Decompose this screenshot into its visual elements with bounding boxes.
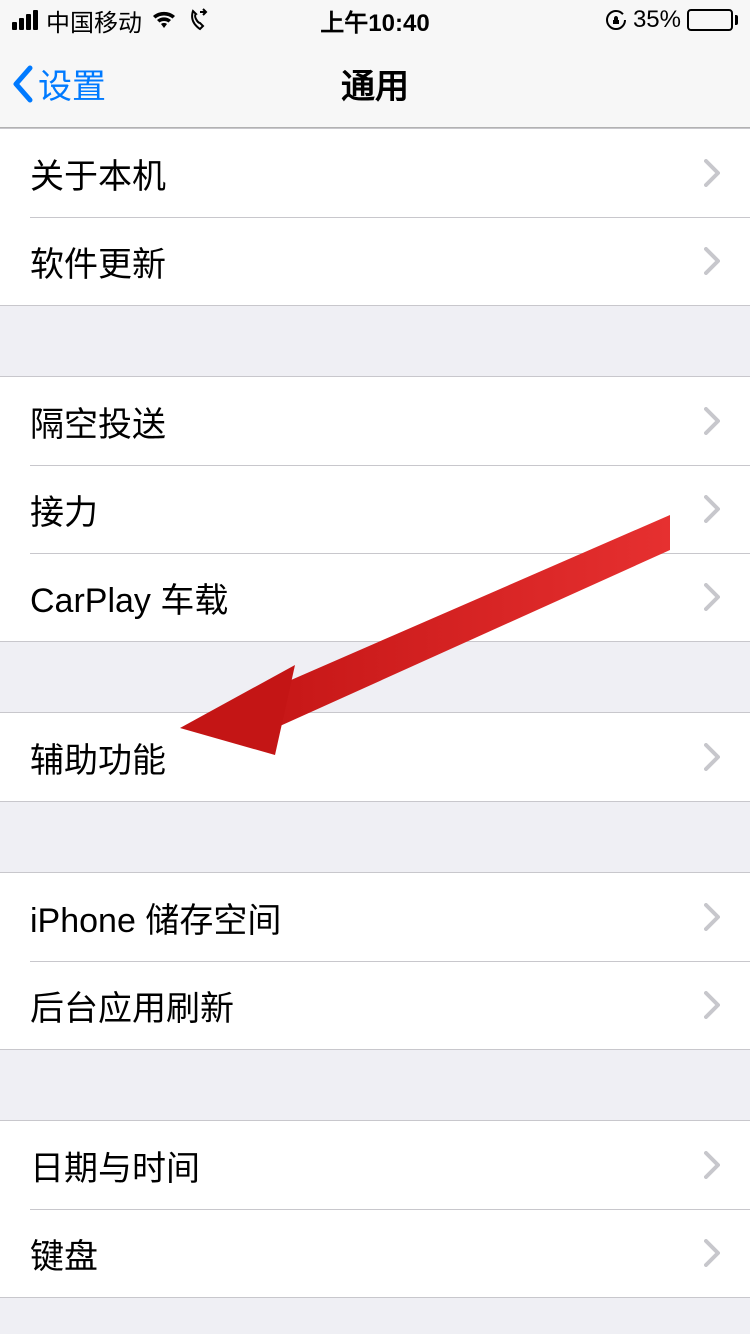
nav-title: 通用	[341, 59, 409, 108]
row-keyboard[interactable]: 键盘	[0, 1209, 750, 1297]
back-button[interactable]: 设置	[0, 59, 106, 108]
status-time: 上午10:40	[320, 3, 429, 38]
row-label: 辅助功能	[30, 733, 166, 782]
row-label: 软件更新	[30, 237, 166, 286]
chevron-right-icon	[704, 495, 720, 523]
row-label: 键盘	[30, 1229, 98, 1278]
back-label: 设置	[38, 59, 106, 108]
row-label: 接力	[30, 485, 98, 534]
chevron-right-icon	[704, 903, 720, 931]
row-label: iPhone 储存空间	[30, 893, 281, 942]
orientation-lock-icon	[605, 9, 627, 31]
row-about[interactable]: 关于本机	[0, 129, 750, 217]
content: 关于本机 软件更新 隔空投送 接力 CarPlay 车载 辅助功能 iPhone	[0, 128, 750, 1298]
row-accessibility[interactable]: 辅助功能	[0, 713, 750, 801]
wifi-icon	[150, 10, 178, 30]
section-system: 日期与时间 键盘	[0, 1120, 750, 1298]
row-background-refresh[interactable]: 后台应用刷新	[0, 961, 750, 1049]
battery-percent-label: 35%	[633, 6, 681, 34]
call-forward-icon	[186, 8, 210, 32]
row-label: 隔空投送	[30, 397, 166, 446]
row-software-update[interactable]: 软件更新	[0, 217, 750, 305]
battery-icon	[687, 9, 738, 31]
section-about: 关于本机 软件更新	[0, 128, 750, 306]
row-label: CarPlay 车载	[30, 573, 228, 622]
row-label: 日期与时间	[30, 1141, 200, 1190]
status-right: 35%	[605, 6, 738, 34]
chevron-right-icon	[704, 583, 720, 611]
row-carplay[interactable]: CarPlay 车载	[0, 553, 750, 641]
chevron-right-icon	[704, 159, 720, 187]
carrier-label: 中国移动	[46, 3, 142, 38]
section-storage: iPhone 储存空间 后台应用刷新	[0, 872, 750, 1050]
chevron-right-icon	[704, 743, 720, 771]
row-handoff[interactable]: 接力	[0, 465, 750, 553]
chevron-right-icon	[704, 991, 720, 1019]
row-airdrop[interactable]: 隔空投送	[0, 377, 750, 465]
row-label: 关于本机	[30, 149, 166, 198]
nav-bar: 设置 通用	[0, 40, 750, 128]
status-left: 中国移动	[12, 3, 210, 38]
back-chevron-icon	[10, 64, 34, 104]
section-connectivity: 隔空投送 接力 CarPlay 车载	[0, 376, 750, 642]
chevron-right-icon	[704, 247, 720, 275]
section-accessibility: 辅助功能	[0, 712, 750, 802]
chevron-right-icon	[704, 407, 720, 435]
signal-icon	[12, 10, 38, 30]
row-label: 后台应用刷新	[30, 981, 234, 1030]
chevron-right-icon	[704, 1239, 720, 1267]
row-date-time[interactable]: 日期与时间	[0, 1121, 750, 1209]
chevron-right-icon	[704, 1151, 720, 1179]
status-bar: 中国移动 上午10:40 35%	[0, 0, 750, 40]
row-iphone-storage[interactable]: iPhone 储存空间	[0, 873, 750, 961]
